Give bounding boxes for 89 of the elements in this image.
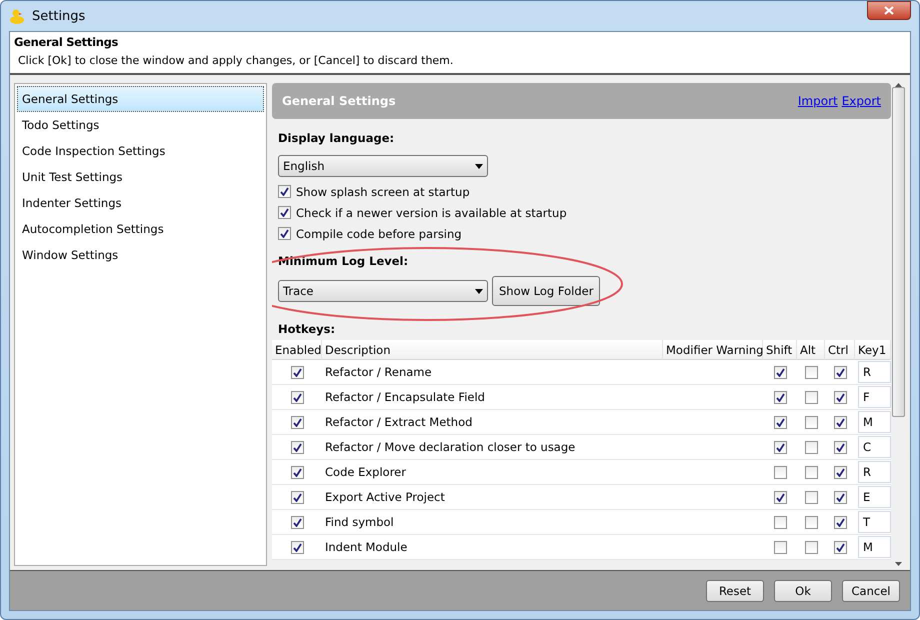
checkbox[interactable] <box>834 466 846 478</box>
field-label: Hotkeys: <box>278 322 336 336</box>
checkbox[interactable] <box>774 416 786 428</box>
checkbox[interactable] <box>834 516 846 528</box>
sidebar-item[interactable]: General Settings <box>17 86 264 112</box>
checkbox[interactable] <box>834 416 846 428</box>
checkbox[interactable] <box>774 516 786 528</box>
table-cell: Indent Module <box>322 535 663 560</box>
header-title: General Settings <box>14 35 120 49</box>
checkbox[interactable] <box>290 416 304 428</box>
checkbox[interactable] <box>774 390 786 404</box>
table-cell: Code Explorer <box>322 460 663 485</box>
checkbox[interactable] <box>774 366 786 378</box>
checkbox[interactable] <box>804 440 818 454</box>
sidebar-item[interactable]: Indenter Settings <box>17 190 264 216</box>
key-field[interactable]: M <box>858 536 891 558</box>
sidebar-item[interactable]: Unit Test Settings <box>17 164 264 190</box>
option-label: Check if a newer version is available at startup <box>296 206 567 220</box>
key-field[interactable]: M <box>858 411 891 433</box>
column-header: Key1 <box>855 340 891 360</box>
checkbox[interactable] <box>834 366 846 378</box>
header-link[interactable]: Import <box>798 94 838 108</box>
table-cell: Refactor / Extract Method <box>322 410 663 435</box>
key-field[interactable]: F <box>858 386 891 408</box>
key-field[interactable]: C <box>858 436 891 458</box>
table-cell: Refactor / Encapsulate Field <box>322 385 663 410</box>
table-cell: Find symbol <box>322 510 663 535</box>
table-cell: Refactor / Move declaration closer to usage <box>322 435 663 460</box>
sidebar-item[interactable]: Todo Settings <box>17 112 264 138</box>
key-field[interactable]: R <box>858 361 891 383</box>
header-hint: Click [Ok] to close the window and apply changes, or [Cancel] to discard them. <box>18 54 454 67</box>
show-log-folder-button[interactable]: Show Log Folder <box>492 276 600 306</box>
checkbox[interactable] <box>290 516 304 528</box>
window-title: Settings <box>32 8 86 24</box>
column-header: Enabled <box>272 340 322 360</box>
sidebar-item[interactable]: Code Inspection Settings <box>17 138 264 164</box>
table-cell: Refactor / Rename <box>322 360 663 385</box>
column-header: Ctrl <box>825 340 855 360</box>
dialog-button[interactable]: Cancel <box>842 580 900 602</box>
close-icon <box>884 6 894 15</box>
sidebar-item[interactable]: Window Settings <box>17 242 264 268</box>
checkbox[interactable] <box>774 540 786 554</box>
checkbox[interactable] <box>804 366 818 378</box>
scroll-down-icon[interactable] <box>895 562 902 566</box>
column-header: Description <box>322 340 663 360</box>
checkbox[interactable] <box>834 540 846 554</box>
header-link[interactable]: Export <box>842 94 881 108</box>
dropdown[interactable]: English <box>278 155 488 177</box>
checkbox[interactable] <box>278 185 291 198</box>
checkbox[interactable] <box>290 490 304 504</box>
checkbox[interactable] <box>278 227 291 240</box>
key-field[interactable]: E <box>858 486 891 508</box>
checkbox[interactable] <box>774 466 786 478</box>
checkbox[interactable] <box>290 366 304 378</box>
checkbox[interactable] <box>290 390 304 404</box>
checkbox[interactable] <box>804 416 818 428</box>
checkbox[interactable] <box>290 540 304 554</box>
option-label: Compile code before parsing <box>296 226 462 240</box>
key-field[interactable]: R <box>858 461 891 483</box>
column-header: Modifier Warning <box>663 340 763 360</box>
checkbox[interactable] <box>804 516 818 528</box>
option-label: Show splash screen at startup <box>296 184 470 198</box>
caret-icon <box>475 164 483 168</box>
checkbox[interactable] <box>290 466 304 478</box>
duck-icon <box>9 8 26 24</box>
checkbox[interactable] <box>290 440 304 454</box>
dropdown[interactable]: Trace <box>278 280 488 302</box>
panel-title: General Settings <box>282 94 396 108</box>
close-button[interactable] <box>867 1 911 20</box>
field-label: Display language: <box>278 131 396 145</box>
checkbox[interactable] <box>834 440 846 454</box>
checkbox[interactable] <box>804 466 818 478</box>
table-cell: Export Active Project <box>322 485 663 510</box>
checkbox[interactable] <box>834 390 846 404</box>
dialog-button[interactable]: Reset <box>706 580 764 602</box>
caret-icon <box>475 288 483 294</box>
checkbox[interactable] <box>774 490 786 504</box>
checkbox[interactable] <box>834 490 846 504</box>
column-header: Alt <box>797 340 825 360</box>
sidebar-item[interactable]: Autocompletion Settings <box>17 216 264 242</box>
key-field[interactable]: T <box>858 511 891 533</box>
checkbox[interactable] <box>804 390 818 404</box>
column-header: Shift <box>763 340 797 360</box>
checkbox[interactable] <box>774 440 786 454</box>
scroll-thumb[interactable] <box>892 87 905 417</box>
checkbox[interactable] <box>804 540 818 554</box>
checkbox[interactable] <box>278 206 291 219</box>
dialog-button[interactable]: Ok <box>774 580 832 602</box>
checkbox[interactable] <box>804 490 818 504</box>
